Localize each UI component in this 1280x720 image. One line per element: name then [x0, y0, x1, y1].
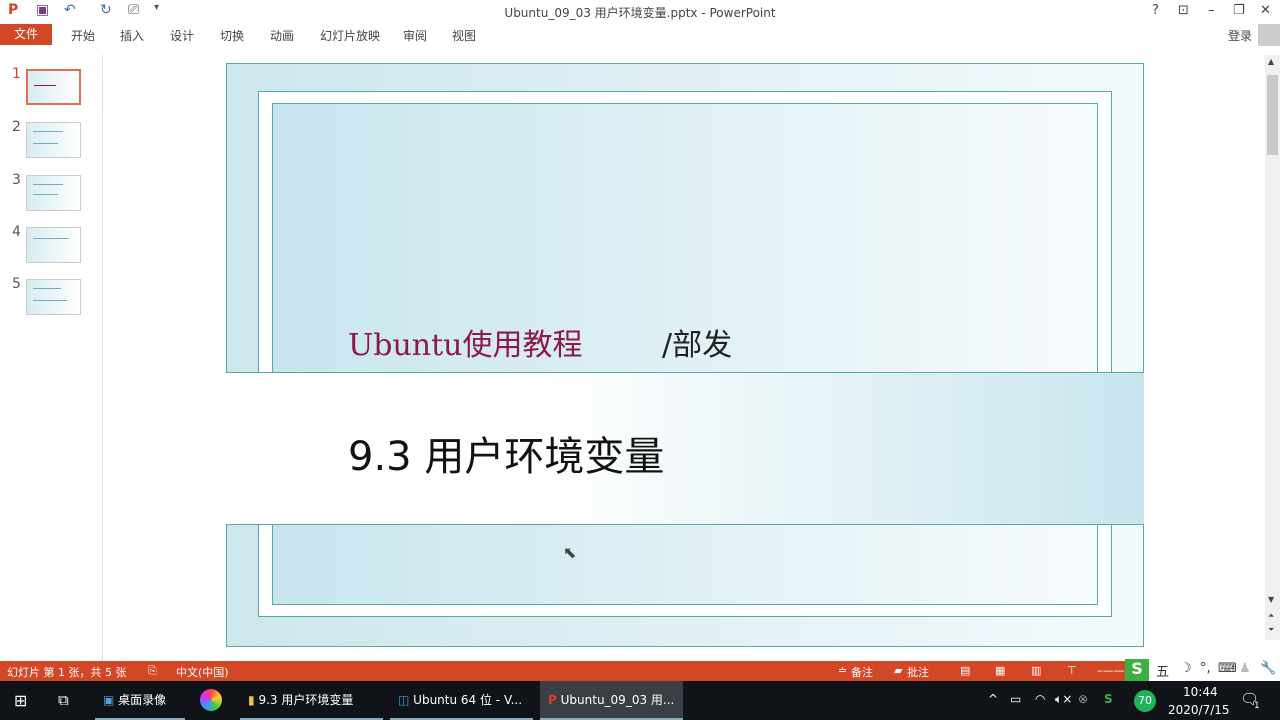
taskbar-item-vmware[interactable]: ◫ Ubuntu 64 位 - V... — [390, 681, 533, 720]
notes-button[interactable]: 备注 — [851, 664, 873, 680]
settings-wrench-icon[interactable]: 🔧 — [1260, 661, 1276, 676]
mouse-cursor-icon: ⬉ — [563, 543, 577, 562]
ime-toolbar: S 五 ☽ °, ⌨ ♟ 🔧 — [1125, 659, 1280, 681]
taskbar-item-powerpoint[interactable]: P Ubuntu_09_03 用... — [540, 681, 683, 720]
vmware-icon: ◫ — [398, 693, 410, 707]
thumbnail-number: 2 — [12, 119, 21, 135]
taskbar-label: 9.3 用户环境变量 — [258, 693, 354, 707]
volume-muted-icon[interactable]: 🔈︎× — [1055, 692, 1072, 707]
recorder-icon: ▣ — [103, 693, 115, 707]
thumbnail-number: 4 — [12, 224, 21, 240]
clock-date[interactable]: 2020/7/15 — [1168, 703, 1230, 717]
avatar[interactable] — [1258, 24, 1280, 46]
thumbnail-number: 1 — [12, 66, 21, 82]
slide-thumbnail-3[interactable] — [26, 175, 81, 211]
restore-icon[interactable]: ❐ — [1233, 3, 1245, 18]
slide-thumbnail-pane: 1 2 3 4 5 — [0, 55, 103, 660]
status-bar: 幻灯片 第 1 张，共 5 张 ⎘ 中文(中国) ≐ 备注 ▰ 批注 ▤ ▦ ▥… — [0, 661, 1280, 681]
slide-subtitle[interactable]: Ubuntu使用教程 — [348, 320, 583, 364]
battery-icon[interactable]: ▭ — [1010, 692, 1021, 706]
slide-thumbnail-2[interactable] — [26, 122, 81, 158]
tab-insert[interactable]: 插入 — [120, 27, 144, 44]
slide-thumbnail-5[interactable] — [26, 279, 81, 315]
sogou-tray-icon[interactable]: S — [1104, 692, 1113, 706]
clock-time[interactable]: 10:44 — [1183, 685, 1218, 699]
vertical-scrollbar[interactable]: ▲ ▼ ⏶ ⏷ — [1265, 55, 1280, 640]
taskbar-label: 桌面录像 — [118, 693, 167, 707]
thumbnail-number: 5 — [12, 276, 21, 292]
browser-icon[interactable] — [200, 689, 222, 711]
tab-home[interactable]: 开始 — [71, 27, 95, 44]
notification-count: 1 — [1254, 701, 1260, 711]
comments-icon: ▰ — [894, 664, 903, 677]
ribbon-tabs: 开始 插入 设计 切换 动画 幻灯片放映 审阅 视图 登录 — [0, 22, 1280, 46]
sign-in-link[interactable]: 登录 — [1228, 27, 1252, 44]
ribbon-display-icon[interactable]: ⊡ — [1178, 3, 1189, 18]
keyboard-icon[interactable]: ⌨ — [1218, 661, 1237, 676]
tab-review[interactable]: 审阅 — [403, 27, 427, 44]
half-width-icon[interactable]: ☽ — [1180, 661, 1192, 676]
task-view-icon[interactable]: ⧉ — [58, 691, 69, 709]
sogou-logo-icon[interactable]: S — [1125, 659, 1149, 681]
zoom-slider[interactable]: –—— — [1097, 664, 1125, 677]
taskbar-item-recorder[interactable]: ▣ 桌面录像 — [95, 681, 185, 720]
show-hidden-icons[interactable]: ^ — [988, 692, 998, 706]
window-title: Ubuntu_09_03 用户环境变量.pptx - PowerPoint — [504, 6, 776, 20]
slide-thumbnail-1[interactable] — [26, 69, 81, 105]
powerpoint-icon: P — [548, 693, 557, 707]
tab-design[interactable]: 设计 — [170, 27, 194, 44]
scroll-up-icon[interactable]: ▲ — [1268, 57, 1274, 66]
comments-button[interactable]: 批注 — [907, 664, 929, 680]
close-icon[interactable]: ✕ — [1260, 3, 1271, 18]
thumbnail-number: 3 — [12, 172, 21, 188]
slide-thumbnail-4[interactable] — [26, 227, 81, 263]
ime-mode[interactable]: 五 — [1156, 661, 1169, 680]
taskbar-item-folder[interactable]: ▮ 9.3 用户环境变量 — [240, 681, 383, 720]
notes-icon: ≐ — [838, 664, 848, 677]
tab-slideshow[interactable]: 幻灯片放映 — [320, 27, 380, 44]
windows-start-icon[interactable]: ⊞ — [14, 691, 27, 710]
close-circle-icon[interactable]: ⊗ — [1078, 692, 1088, 706]
file-tab[interactable]: 文件 — [0, 24, 52, 45]
slideshow-view-icon[interactable]: ⊤ — [1067, 664, 1077, 677]
minimize-icon[interactable]: – — [1208, 3, 1215, 18]
taskbar: ⊞ ⧉ ▣ 桌面录像 ▮ 9.3 用户环境变量 ◫ Ubuntu 64 位 - … — [0, 681, 1280, 720]
next-slide-icon[interactable]: ⏷ — [1268, 625, 1274, 635]
help-button[interactable]: ? — [1152, 3, 1159, 18]
taskbar-label: Ubuntu 64 位 - V... — [413, 693, 523, 707]
punctuation-icon[interactable]: °, — [1200, 661, 1211, 676]
slide-author[interactable]: /部发 — [662, 320, 732, 364]
language[interactable]: 中文(中国) — [176, 664, 229, 680]
slide-sorter-icon[interactable]: ▦ — [995, 664, 1005, 677]
normal-view-icon[interactable]: ▤ — [960, 664, 970, 677]
taskbar-label: Ubuntu_09_03 用... — [560, 693, 675, 707]
slide-title[interactable]: 9.3 用户环境变量 — [348, 424, 664, 482]
scroll-down-icon[interactable]: ▼ — [1268, 595, 1274, 604]
spellcheck-icon[interactable]: ⎘ — [148, 664, 157, 678]
scroll-thumb[interactable] — [1267, 75, 1278, 155]
tab-animations[interactable]: 动画 — [270, 27, 294, 44]
slide-count: 幻灯片 第 1 张，共 5 张 — [7, 666, 127, 679]
tab-transitions[interactable]: 切换 — [220, 27, 244, 44]
tab-view[interactable]: 视图 — [452, 27, 476, 44]
wifi-icon[interactable]: ◠ — [1035, 692, 1045, 706]
previous-slide-icon[interactable]: ⏶ — [1268, 611, 1274, 621]
title-bar: P ▣ ↶ ↻ ⎚ ▾ Ubuntu_09_03 用户环境变量.pptx - P… — [0, 0, 1280, 22]
reading-view-icon[interactable]: ▥ — [1031, 664, 1041, 677]
folder-icon: ▮ — [248, 693, 255, 707]
user-icon[interactable]: ♟ — [1239, 661, 1251, 676]
security-badge[interactable]: 70 — [1134, 690, 1156, 712]
